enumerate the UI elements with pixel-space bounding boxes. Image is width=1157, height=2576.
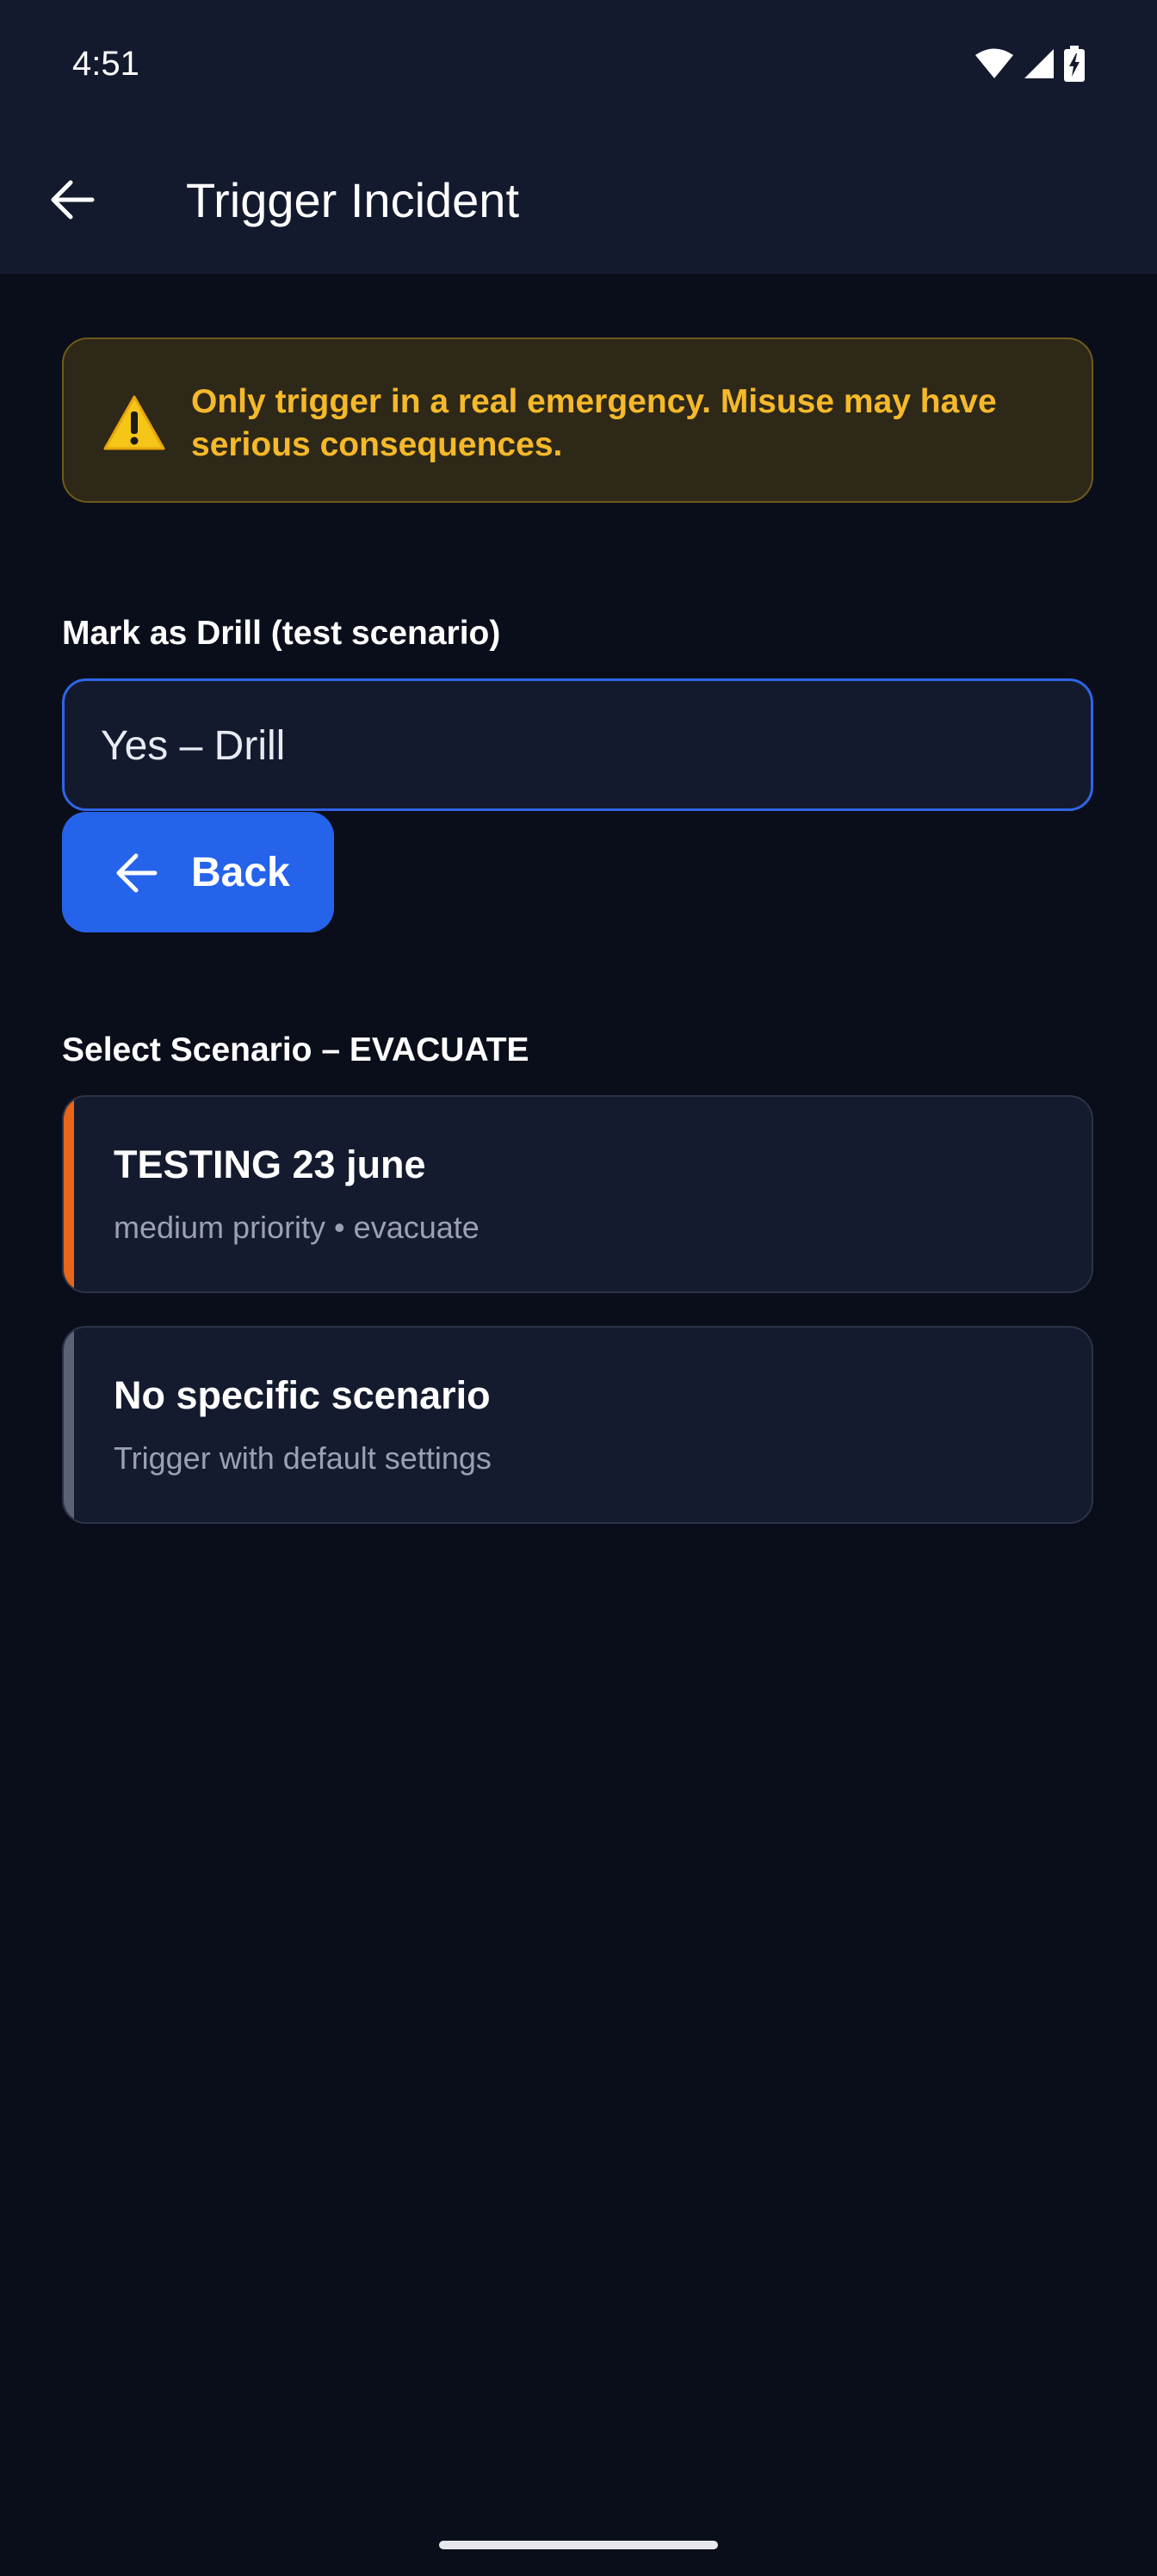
battery-charging-icon (1064, 46, 1085, 82)
status-time: 4:51 (72, 45, 139, 83)
warning-triangle-icon (103, 395, 165, 450)
drill-select-field[interactable]: Yes – Drill (62, 678, 1093, 811)
card-accent-bar (64, 1328, 74, 1522)
scenario-title: TESTING 23 june (114, 1142, 426, 1186)
wifi-icon (974, 47, 1014, 80)
card-accent-bar (64, 1097, 74, 1291)
scenario-subtitle: Trigger with default settings (114, 1440, 492, 1476)
back-arrow-button[interactable] (41, 169, 103, 231)
top-app-bar: 4:51 Trigger Incident (0, 0, 1157, 274)
scenario-card-no-specific[interactable]: No specific scenario Trigger with defaul… (62, 1326, 1093, 1524)
scenario-subtitle: medium priority • evacuate (114, 1210, 480, 1245)
page-title: Trigger Incident (186, 173, 519, 227)
scenario-card-testing[interactable]: TESTING 23 june medium priority • evacua… (62, 1095, 1093, 1293)
scenario-title: No specific scenario (114, 1373, 491, 1417)
arrow-left-icon (116, 853, 158, 893)
cellular-signal-icon (1023, 47, 1055, 80)
screen: 4:51 Trigger Incident Only trigger in a … (0, 0, 1157, 2576)
status-icons (974, 43, 1085, 84)
gesture-navigation-bar[interactable] (439, 2541, 718, 2549)
warning-text: Only trigger in a real emergency. Misuse… (191, 383, 997, 463)
back-button[interactable]: Back (62, 812, 334, 932)
drill-selected-value: Yes – Drill (101, 723, 286, 769)
warning-banner: Only trigger in a real emergency. Misuse… (62, 337, 1093, 503)
scenario-section-label: Select Scenario – EVACUATE (62, 1031, 529, 1068)
back-button-label: Back (191, 850, 290, 895)
drill-field-label: Mark as Drill (test scenario) (62, 615, 501, 652)
arrow-left-icon (51, 180, 95, 220)
